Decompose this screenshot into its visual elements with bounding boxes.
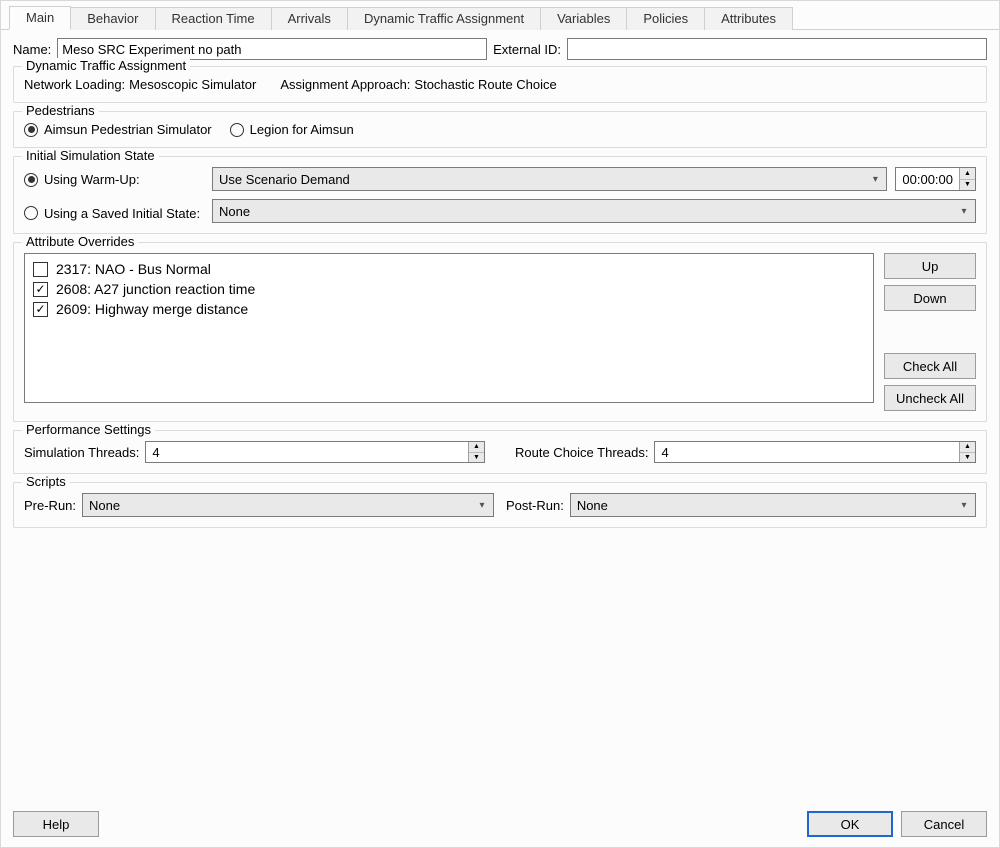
group-title-scripts: Scripts [22,474,70,489]
chevron-down-icon: ▾ [868,174,882,185]
route-threads-value: 4 [655,442,959,462]
saved-state-combo[interactable]: None ▾ [212,199,976,223]
combo-value: Use Scenario Demand [219,172,868,187]
attribute-override-label: 2609: Highway merge distance [56,301,248,317]
chevron-down-icon: ▾ [957,206,971,217]
tab-content-main: Name: External ID: Dynamic Traffic Assig… [1,30,999,528]
combo-value: None [89,498,475,513]
radio-icon [24,173,38,187]
attribute-override-item[interactable]: ✓ 2609: Highway merge distance [33,299,865,319]
sim-threads-label: Simulation Threads: [24,445,139,460]
radio-pedestrian-1[interactable]: Legion for Aimsun [230,122,354,137]
tab-dynamic-traffic-assignment[interactable]: Dynamic Traffic Assignment [347,7,541,30]
group-attribute-overrides: Attribute Overrides 2317: NAO - Bus Norm… [13,242,987,422]
external-id-input[interactable] [567,38,987,60]
group-pedestrians: Pedestrians Aimsun Pedestrian SimulatorL… [13,111,987,148]
route-threads-spinner[interactable]: 4 ▲ ▼ [654,441,976,463]
chevron-down-icon: ▾ [475,500,489,511]
group-title-perf: Performance Settings [22,422,155,437]
name-input[interactable] [57,38,487,60]
tab-policies[interactable]: Policies [626,7,705,30]
down-button[interactable]: Down [884,285,976,311]
tab-arrivals[interactable]: Arrivals [271,7,348,30]
spinner-up-icon[interactable]: ▲ [469,442,484,453]
dialog-window: MainBehaviorReaction TimeArrivalsDynamic… [0,0,1000,848]
warmup-demand-combo[interactable]: Use Scenario Demand ▾ [212,167,887,191]
assignment-approach-value: Stochastic Route Choice [414,77,556,92]
up-button[interactable]: Up [884,253,976,279]
tab-attributes[interactable]: Attributes [704,7,793,30]
checkbox-icon[interactable] [33,262,48,277]
group-title-initial-state: Initial Simulation State [22,148,159,163]
spinner-down-icon[interactable]: ▼ [960,180,975,191]
radio-icon [230,123,244,137]
radio-icon [24,206,38,220]
dialog-footer: Help OK Cancel [1,803,999,847]
group-title-dta: Dynamic Traffic Assignment [22,58,190,73]
spinner-up-icon[interactable]: ▲ [960,168,975,180]
group-performance-settings: Performance Settings Simulation Threads:… [13,430,987,474]
radio-label: Legion for Aimsun [250,122,354,137]
group-initial-simulation-state: Initial Simulation State Using Warm-Up: … [13,156,987,234]
group-title-pedestrians: Pedestrians [22,103,99,118]
combo-value: None [577,498,957,513]
spinner-down-icon[interactable]: ▼ [960,453,975,463]
postrun-combo[interactable]: None ▾ [570,493,976,517]
group-dynamic-traffic-assignment: Dynamic Traffic Assignment Network Loadi… [13,66,987,103]
attribute-override-label: 2608: A27 junction reaction time [56,281,255,297]
checkbox-icon[interactable]: ✓ [33,282,48,297]
combo-value: None [219,204,957,219]
prerun-combo[interactable]: None ▾ [82,493,494,517]
sim-threads-spinner[interactable]: 4 ▲ ▼ [145,441,485,463]
assignment-approach-label: Assignment Approach: [280,77,410,92]
external-id-label: External ID: [493,42,561,57]
chevron-down-icon: ▾ [957,500,971,511]
uncheck-all-button[interactable]: Uncheck All [884,385,976,411]
network-loading-label: Network Loading: [24,77,125,92]
group-title-overrides: Attribute Overrides [22,234,138,249]
tab-main[interactable]: Main [9,6,71,30]
network-loading-value: Mesoscopic Simulator [129,77,256,92]
radio-using-saved-state[interactable]: Using a Saved Initial State: [24,206,200,221]
spinner-down-icon[interactable]: ▼ [469,453,484,463]
help-button[interactable]: Help [13,811,99,837]
radio-label-warmup: Using Warm-Up: [44,172,140,187]
radio-using-warmup[interactable]: Using Warm-Up: [24,172,140,187]
checkbox-icon[interactable]: ✓ [33,302,48,317]
tab-reaction-time[interactable]: Reaction Time [155,7,272,30]
radio-pedestrian-0[interactable]: Aimsun Pedestrian Simulator [24,122,212,137]
attribute-override-list[interactable]: 2317: NAO - Bus Normal ✓ 2608: A27 junctio… [24,253,874,403]
radio-label-saved: Using a Saved Initial State: [44,206,200,221]
check-all-button[interactable]: Check All [884,353,976,379]
ok-button[interactable]: OK [807,811,893,837]
postrun-label: Post-Run: [506,498,564,513]
cancel-button[interactable]: Cancel [901,811,987,837]
prerun-label: Pre-Run: [24,498,76,513]
sim-threads-value: 4 [146,442,468,462]
tabbar: MainBehaviorReaction TimeArrivalsDynamic… [1,1,999,30]
tab-variables[interactable]: Variables [540,7,627,30]
spinner-up-icon[interactable]: ▲ [960,442,975,453]
tab-behavior[interactable]: Behavior [70,7,155,30]
radio-icon [24,123,38,137]
attribute-override-label: 2317: NAO - Bus Normal [56,261,211,277]
name-label: Name: [13,42,51,57]
route-threads-label: Route Choice Threads: [515,445,648,460]
attribute-override-item[interactable]: ✓ 2608: A27 junction reaction time [33,279,865,299]
group-scripts: Scripts Pre-Run: None ▾ Post-Run: None ▾ [13,482,987,528]
warmup-time-spinner[interactable]: 00:00:00 ▲ ▼ [895,167,976,191]
radio-label: Aimsun Pedestrian Simulator [44,122,212,137]
warmup-time-value: 00:00:00 [896,168,959,190]
attribute-override-item[interactable]: 2317: NAO - Bus Normal [33,259,865,279]
